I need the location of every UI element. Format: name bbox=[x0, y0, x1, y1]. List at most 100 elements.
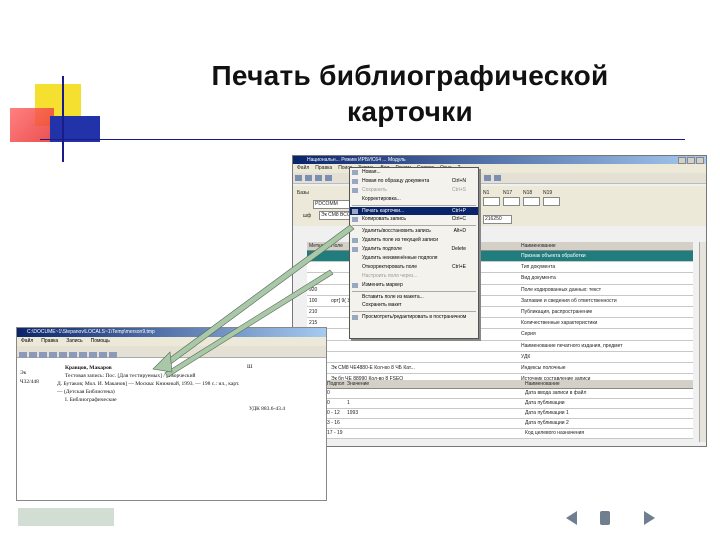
view-icon bbox=[352, 315, 358, 321]
last-record-icon[interactable] bbox=[494, 175, 502, 181]
subfield-row-name: Дата публикации 1 bbox=[525, 410, 569, 416]
field-row-tag: 100 bbox=[309, 297, 318, 304]
home-slide-icon[interactable] bbox=[600, 511, 610, 525]
print-icon[interactable] bbox=[325, 175, 332, 181]
subfield-row[interactable]: 0 1 Дата публикации bbox=[325, 399, 693, 409]
menu-item[interactable]: Удалить подполе Delete bbox=[350, 245, 478, 254]
menu-item-shortcut: Alt+D bbox=[453, 228, 466, 235]
menu-item[interactable]: Откорректировать поле Ctrl+E bbox=[350, 263, 478, 272]
col-n18-box[interactable] bbox=[523, 197, 540, 206]
new-icon[interactable] bbox=[295, 175, 302, 181]
menu-item[interactable]: Просмотреть/редактировать в постраничном bbox=[350, 313, 478, 322]
field-row-name: Вид документа bbox=[521, 275, 556, 282]
next-record-icon[interactable] bbox=[484, 175, 492, 181]
slide-title-line1: Печать библиографической bbox=[211, 60, 609, 91]
main-menu-item[interactable]: Правка bbox=[315, 164, 332, 173]
subfield-row-tag: 0 bbox=[327, 390, 330, 396]
subfield-row-name: Дата ввода записи в файл bbox=[525, 390, 587, 396]
menu-item-label: Удалить/восстановить запись bbox=[362, 228, 431, 235]
next-slide-icon[interactable] bbox=[644, 511, 655, 525]
sub-header-tag: Подпол bbox=[327, 381, 345, 387]
menu-item-label: Просмотреть/редактировать в постраничном bbox=[362, 314, 467, 321]
menu-item[interactable]: Печать карточки... Ctrl+P bbox=[350, 206, 478, 216]
menu-item-label: Вставить поле из макета... bbox=[362, 293, 424, 300]
logo-vertical-rule bbox=[62, 76, 64, 162]
subfield-row[interactable]: 3 - 16 Дата публикации 2 bbox=[325, 419, 693, 429]
preview-menu-item[interactable]: Помощь bbox=[91, 337, 110, 346]
card-udk: УДК 883.6-43.4 bbox=[249, 406, 285, 412]
copy-icon bbox=[352, 217, 358, 223]
menu-item-label: Откорректировать поле bbox=[362, 263, 418, 270]
menu-item-shortcut: Ctrl+P bbox=[451, 207, 466, 214]
menu-item[interactable]: Копировать запись Ctrl+C bbox=[350, 215, 478, 224]
subfield-row[interactable]: 0 - 12 1993 Дата публикации 1 bbox=[325, 409, 693, 419]
menu-item[interactable]: Настроить поля через... bbox=[350, 272, 478, 281]
preview-menubar: Файл Правка Запись Помощь bbox=[17, 337, 326, 346]
menu-item[interactable]: Удалить поле из текущей записи bbox=[350, 236, 478, 245]
prev-slide-icon[interactable] bbox=[566, 511, 577, 525]
menu-item[interactable]: Сохранить макет bbox=[350, 301, 478, 310]
subfield-row-name: Дата публикации 2 bbox=[525, 420, 569, 426]
menu-item-label: Новая... bbox=[362, 169, 381, 175]
field-row-name: Серия bbox=[521, 331, 536, 338]
record-number-field[interactable]: 216250 bbox=[483, 215, 512, 224]
preview-menu-item[interactable]: Файл bbox=[21, 337, 33, 346]
card-line-1: Тестовая запись: Пос. [Для тестируемых] … bbox=[65, 373, 196, 379]
menu-item[interactable]: Вставить поле из макета... bbox=[350, 293, 478, 302]
field-row-tag: 920 bbox=[309, 286, 318, 293]
subfield-row-value: 1 bbox=[347, 400, 350, 406]
main-window-titlebar: Национальн... Режим ИРБИС64 ... Модуль bbox=[293, 156, 706, 164]
subfield-row[interactable]: 17 - 19 Код целевого назначения bbox=[325, 429, 693, 439]
col-n1-box[interactable] bbox=[483, 197, 500, 206]
field-row-name: УДК bbox=[521, 353, 531, 360]
close-button[interactable] bbox=[696, 157, 704, 164]
field-row[interactable]: 225Наименование печатного издания, предм… bbox=[307, 340, 693, 352]
col-n18: N18 bbox=[523, 190, 533, 196]
slide-footer-box bbox=[18, 508, 114, 526]
menu-item-shortcut: Ctrl+N bbox=[451, 177, 466, 184]
field-row[interactable]: Эк СМ8 ЧЕ4880-Е Кол-во 8 ЧБ Кат... Индекс… bbox=[307, 362, 693, 375]
preview-menu-item[interactable]: Правка bbox=[41, 337, 58, 346]
field-row-tag: 210 bbox=[309, 308, 318, 315]
menu-item[interactable]: Новая по образцу документа Ctrl+N bbox=[350, 177, 478, 186]
catalog-card: Эк Ч32/448 Кравцов, Макаров Тестовая зап… bbox=[17, 358, 326, 500]
small-columns: N1 N17 N18 N19 bbox=[483, 190, 560, 206]
vertical-scrollbar[interactable] bbox=[699, 242, 706, 442]
field-row[interactable]: УДК bbox=[307, 351, 693, 363]
menu-item[interactable]: Изменить маркер bbox=[350, 281, 478, 290]
minimize-button[interactable] bbox=[678, 157, 686, 164]
maximize-button[interactable] bbox=[687, 157, 695, 164]
menu-item[interactable]: Удалить/восстановить запись Alt+D bbox=[350, 227, 478, 236]
field-row-name: Количественные характеристики bbox=[521, 320, 598, 327]
field-row-name: Заглавие и сведения об ответственности bbox=[521, 297, 617, 304]
subfield-row-name: Дата публикации bbox=[525, 400, 565, 406]
open-icon[interactable] bbox=[305, 175, 312, 181]
menu-item[interactable]: Новая... bbox=[350, 168, 478, 177]
col-n19-box[interactable] bbox=[543, 197, 560, 206]
save-icon bbox=[352, 187, 358, 193]
field-row-name: Индексы полочные bbox=[521, 364, 566, 371]
menu-item-shortcut: Delete bbox=[451, 246, 466, 253]
delete-x-icon bbox=[352, 247, 358, 253]
menu-item[interactable]: Сохранить Ctrl+S bbox=[350, 186, 478, 195]
menu-separator bbox=[352, 290, 476, 292]
preview-menu-item[interactable]: Запись bbox=[66, 337, 82, 346]
field-row-name: Поле кодированных данных: текст bbox=[521, 286, 602, 293]
preview-toolbar bbox=[17, 346, 326, 359]
main-menu-item[interactable]: Файл bbox=[297, 164, 309, 173]
presentation-logo bbox=[10, 78, 105, 163]
subfield-row[interactable]: 0 Дата ввода записи в файл bbox=[325, 389, 693, 399]
title-rule bbox=[40, 139, 685, 140]
menu-item[interactable]: Удалить неизменённые подполя bbox=[350, 254, 478, 263]
print-icon bbox=[352, 208, 358, 214]
subfields-grid-header: Подпол Значение Наименование bbox=[325, 380, 693, 389]
col-n17: N17 bbox=[503, 190, 513, 196]
menu-item-label: Настроить поля через... bbox=[362, 272, 418, 279]
menu-item[interactable]: Корректировка... bbox=[350, 195, 478, 204]
preview-titlebar: C:\DOCUME~1\Stepanov\LOCALS~1\Temp\merso… bbox=[17, 328, 326, 337]
save-icon[interactable] bbox=[315, 175, 322, 181]
card-line-4: I. Библиографические bbox=[65, 397, 117, 403]
header-name: Наименование bbox=[521, 243, 556, 249]
col-n17-box[interactable] bbox=[503, 197, 520, 206]
card-corner-mark: Эк bbox=[20, 370, 27, 376]
